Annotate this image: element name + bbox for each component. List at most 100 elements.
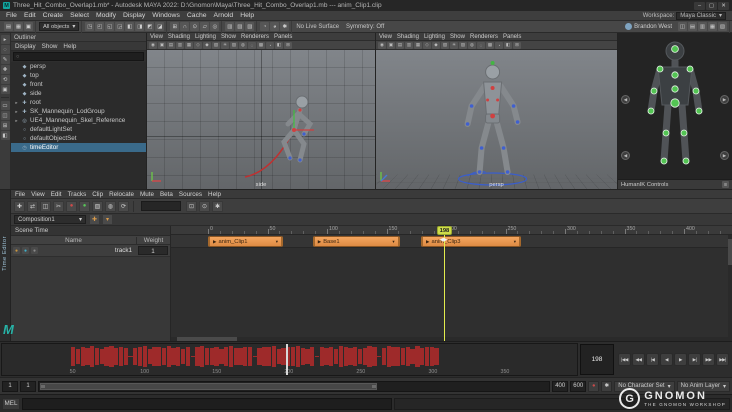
viewport-menu-panels[interactable]: Panels [274,34,292,40]
shaded-icon[interactable]: ◆ [203,41,211,49]
viewport-side[interactable]: View Shading Lighting Show Renderers Panels ◉… [147,33,376,189]
multisample-icon[interactable]: ▩ [257,41,265,49]
ripple-edit-icon[interactable]: ⇄ [27,200,38,212]
current-frame-field[interactable]: 198 [580,344,614,375]
hik-nav-down-right-button[interactable]: ▶ [720,151,729,160]
animation-end-field[interactable]: 600 [570,380,587,392]
workspace-dropdown[interactable]: Maya Classic ▾ [676,11,726,20]
outliner-item-root[interactable]: ▸ ✚ root [11,98,146,107]
track-lane[interactable]: ▶ anim_Clip1 ▾ ▶ Base1 ▾ ▶ anim_Clip3 ▾ [171,235,732,248]
track-solo-button[interactable]: ● [22,247,29,254]
shadows-icon[interactable]: ▨ [459,41,467,49]
time-editor-playhead[interactable] [443,226,445,341]
select-hierarchy-icon[interactable]: ◳ [85,22,95,31]
menu-create[interactable]: Create [43,12,63,19]
frame-playhead-icon[interactable]: ⊙ [199,200,210,212]
outliner-search-input[interactable] [21,53,141,60]
clip-play-icon[interactable]: ▶ [318,239,321,245]
range-slider-active-range[interactable] [40,382,377,390]
grid-icon[interactable]: ⊞ [513,41,521,49]
two-pane-layout-button[interactable]: ◫ [0,111,10,120]
ipr-render-icon[interactable]: ◕ [270,22,280,31]
expand-arrow-icon[interactable]: ▸ [14,100,19,106]
time-editor-menu-sources[interactable]: Sources [179,191,202,198]
viewport-menu-renderers[interactable]: Renderers [470,34,498,40]
clip-play-icon[interactable]: ▶ [213,239,216,245]
open-scene-icon[interactable]: ▦ [14,22,23,31]
lights-icon[interactable]: ☀ [450,41,458,49]
make-live-icon[interactable]: ◎ [210,22,220,31]
screen-space-ao-icon[interactable]: ◍ [468,41,476,49]
step-back-frame-button[interactable]: ◀◀ [632,353,645,366]
animation-start-field[interactable]: 1 [2,380,18,392]
outliner-item-defaultlightset[interactable]: ○ defaultLightSet [11,125,146,134]
select-object-icon[interactable]: ◰ [95,22,105,31]
vertical-scrollbar[interactable] [728,235,732,341]
step-back-key-button[interactable]: |◀ [646,353,659,366]
bookmarks-icon[interactable]: ▥ [176,41,184,49]
frame-all-icon[interactable]: ⊡ [186,200,197,212]
menu-help[interactable]: Help [240,12,254,19]
range-start-handle[interactable] [41,384,45,388]
paint-select-tool-icon[interactable]: ✎ [0,55,10,64]
snap-to-curve-icon[interactable]: ∩ [180,22,190,31]
lock-camera-icon[interactable]: ▣ [158,41,166,49]
step-forward-frame-button[interactable]: ▶▶ [702,353,715,366]
snap-to-plane-icon[interactable]: ▱ [200,22,210,31]
select-camera-icon[interactable]: ◉ [378,41,386,49]
playback-end-field[interactable]: 400 [552,380,569,392]
xray-icon[interactable]: ◔ [266,41,274,49]
mel-toggle-button[interactable]: MEL [2,397,20,410]
snap-to-point-icon[interactable]: ⊙ [190,22,200,31]
viewport-menu-shading[interactable]: Shading [397,34,419,40]
viewport-menu-lighting[interactable]: Lighting [195,34,216,40]
select-mesh-icon[interactable]: ◲ [115,22,125,31]
outliner-search[interactable]: ○ [13,52,144,61]
outliner-menu-show[interactable]: Show [42,43,58,50]
clip-play-icon[interactable]: ▶ [426,239,429,245]
construction-history-icon[interactable]: ▥ [225,22,235,31]
expand-arrow-icon[interactable]: ▸ [14,109,19,115]
track-ghost-button[interactable]: ● [31,247,38,254]
select-surface-icon[interactable]: ◨ [135,22,145,31]
single-pane-layout-button[interactable]: ▭ [0,101,10,110]
select-tool-icon[interactable]: ▸ [0,35,10,44]
te-options-icon[interactable]: ✱ [212,200,223,212]
play-forwards-button[interactable]: ▶ [674,353,687,366]
outliner-item-timeeditor[interactable]: ◷ timeEditor [11,143,146,152]
lock-camera-icon[interactable]: ▣ [387,41,395,49]
menu-select[interactable]: Select [70,12,89,19]
horizontal-scrollbar[interactable] [171,337,732,341]
viewport-menu-shading[interactable]: Shading [168,34,190,40]
wireframe-icon[interactable]: ◇ [194,41,202,49]
move-keys-icon[interactable]: ✚ [14,200,25,212]
add-clip-icon[interactable]: ▧ [92,200,103,212]
play-backwards-button[interactable]: ◀ [660,353,673,366]
outliner-item-front[interactable]: ◆ front [11,80,146,89]
clip-menu-icon[interactable]: ▾ [514,239,516,245]
track-mute-button[interactable]: ● [13,247,20,254]
humanik-character-map[interactable]: ◀ ▶ ◀ ▶ [618,33,732,179]
composition-dropdown[interactable]: Composition1 ▾ [14,215,86,224]
image-plane-icon[interactable]: ▦ [185,41,193,49]
scale-tool-icon[interactable]: ▣ [0,85,10,94]
viewport-persp-canvas[interactable]: persp [376,50,617,189]
select-deformer-icon[interactable]: ◩ [145,22,155,31]
time-editor-menu-beta[interactable]: Beta [160,191,173,198]
go-to-range-start-button[interactable]: |◀◀ [618,353,631,366]
menu-arnold[interactable]: Arnold [214,12,234,19]
image-plane-icon[interactable]: ▦ [414,41,422,49]
menu-edit[interactable]: Edit [24,12,36,19]
viewport-side-canvas[interactable]: side [147,50,375,189]
go-to-range-end-button[interactable]: ▶▶| [716,353,729,366]
humanik-menu-icon[interactable]: ≡ [722,181,729,188]
modeling-toolkit-icon[interactable]: ◫ [678,22,687,31]
ghost-clip-icon[interactable]: ◍ [105,200,116,212]
select-camera-icon[interactable]: ◉ [149,41,157,49]
viewport-menu-panels[interactable]: Panels [503,34,521,40]
auto-keyframe-button[interactable]: ● [588,380,600,392]
time-editor-menu-relocate[interactable]: Relocate [109,191,134,198]
camera-attributes-icon[interactable]: ▤ [167,41,175,49]
snap-to-grid-icon[interactable]: ⊞ [170,22,180,31]
expand-arrow-icon[interactable]: ▸ [14,118,19,124]
